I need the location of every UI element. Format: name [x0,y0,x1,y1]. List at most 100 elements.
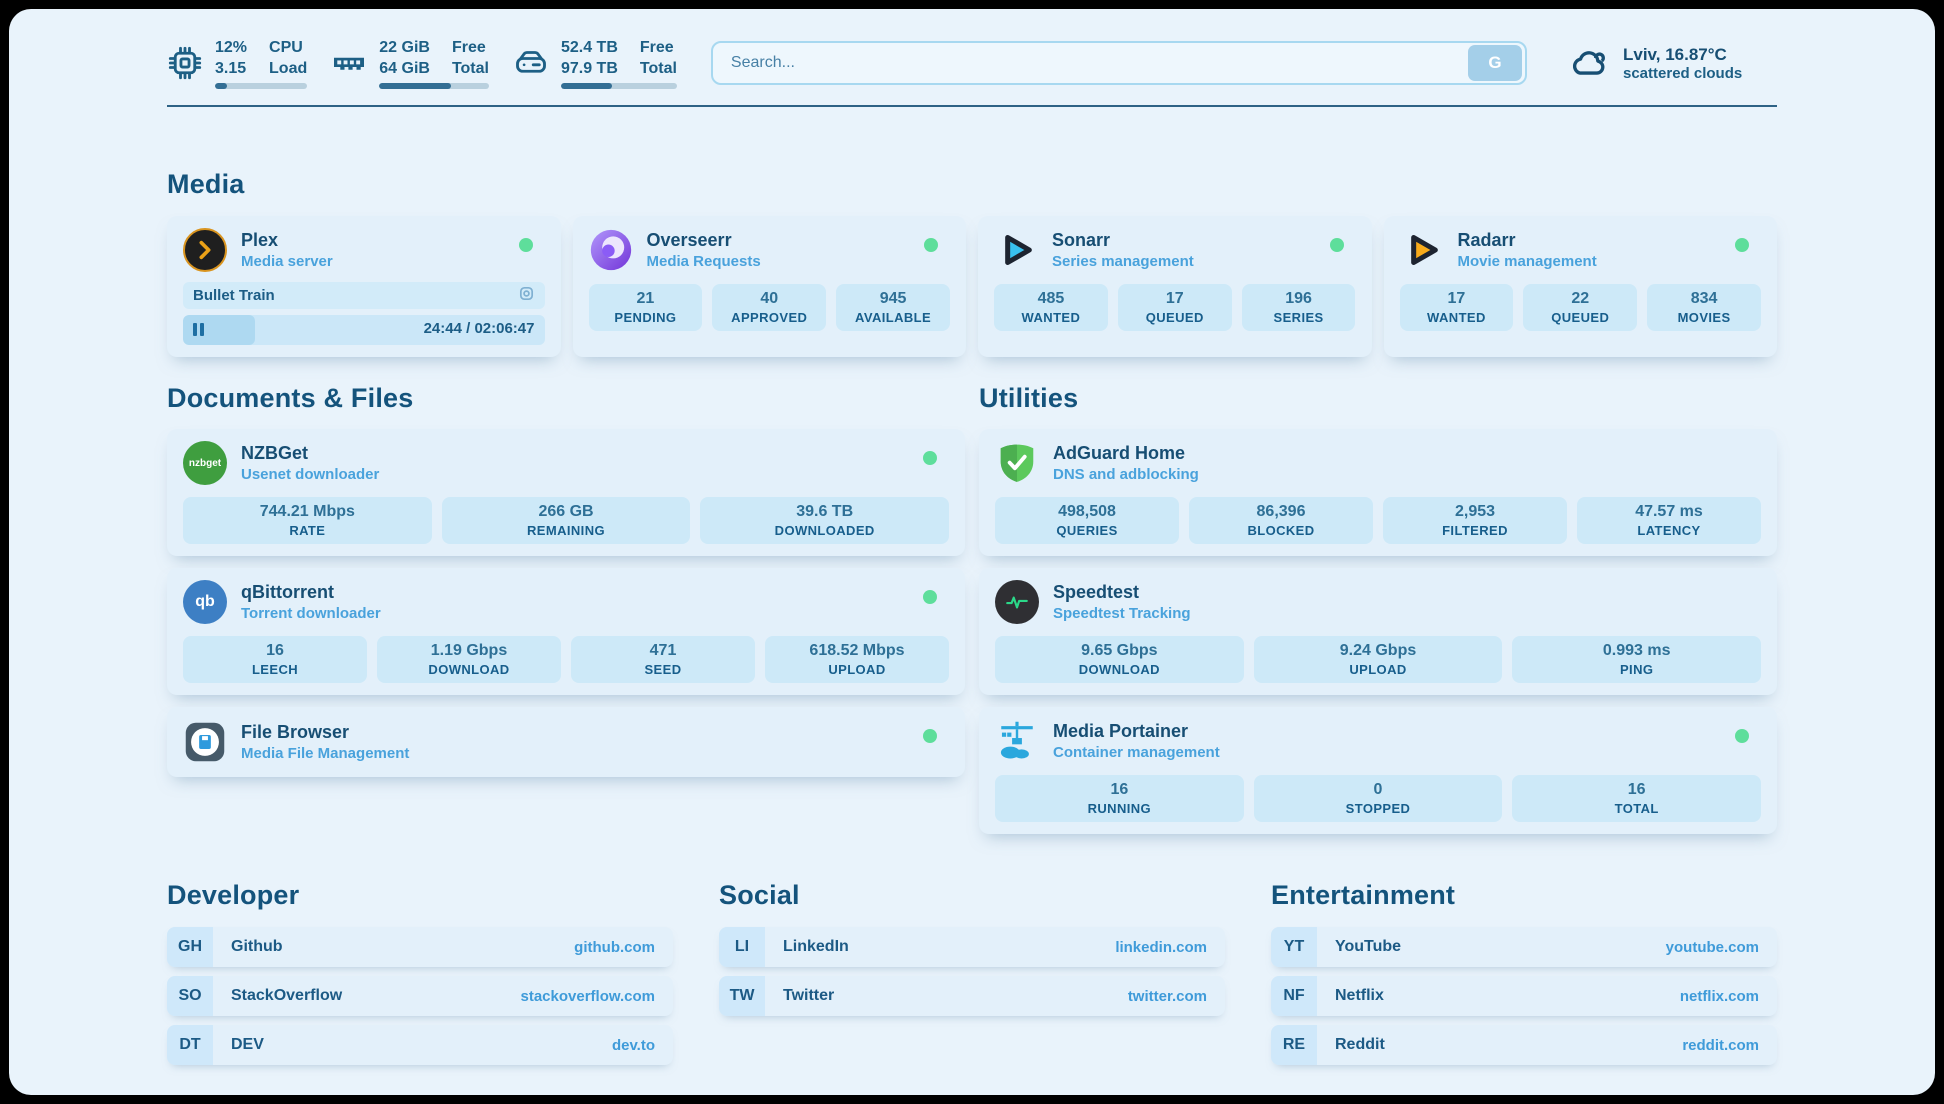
section-title-documents: Documents & Files [167,383,965,414]
weather-condition: scattered clouds [1623,65,1742,82]
bookmark-dev[interactable]: DT DEV dev.to [167,1025,673,1065]
bookmark-stackoverflow[interactable]: SO StackOverflow stackoverflow.com [167,976,673,1016]
bookmark-name: YouTube [1335,938,1401,956]
bookmark-url: twitter.com [1128,988,1207,1005]
status-dot [1330,238,1344,252]
bookmark-abbr: DT [167,1025,213,1065]
bookmark-abbr: RE [1271,1025,1317,1065]
stat-running: 16 RUNNING [995,775,1244,822]
stat-available: 945 AVAILABLE [836,284,950,331]
stat-download: 1.19 Gbps DOWNLOAD [377,636,561,683]
documents-column: Documents & Files nzbget NZBGet Usenet d… [167,383,965,834]
stat-downloaded: 39.6 TB DOWNLOADED [700,497,949,544]
cpu-progressbar [215,83,307,89]
status-dot [923,729,937,743]
disk-total-value: 97.9 TB [561,58,618,79]
app-desc: Movie management [1458,253,1597,270]
system-stats: 12% 3.15 CPU Load [167,37,677,89]
plex-now-playing: Bullet Train 24:44 / 02:06:47 [183,282,545,345]
stat-total: 16 TOTAL [1512,775,1761,822]
app-name: File Browser [241,722,409,743]
topbar: 12% 3.15 CPU Load [167,37,1777,89]
app-desc: Usenet downloader [241,466,379,483]
app-card-speedtest[interactable]: Speedtest Speedtest Tracking 9.65 Gbps D… [979,568,1777,695]
bookmark-youtube[interactable]: YT YouTube youtube.com [1271,927,1777,967]
bookmark-twitter[interactable]: TW Twitter twitter.com [719,976,1225,1016]
pause-icon [193,323,204,336]
bookmark-github[interactable]: GH Github github.com [167,927,673,967]
ram-progressbar [379,83,489,89]
ram-icon [331,45,367,81]
stat-wanted: 485 WANTED [994,284,1108,331]
disk-stat: 52.4 TB 97.9 TB Free Total [513,37,677,89]
stat-series: 196 SERIES [1242,284,1356,331]
status-dot [1735,729,1749,743]
disk-total-label: Total [640,58,677,79]
app-name: Media Portainer [1053,721,1220,742]
cpu-label: CPU [269,37,307,58]
stat-latency: 47.57 ms LATENCY [1577,497,1761,544]
stat-filtered: 2,953 FILTERED [1383,497,1567,544]
app-card-overseerr[interactable]: Overseerr Media Requests 21 PENDING 40 A… [573,216,967,357]
app-desc: Speedtest Tracking [1053,605,1191,622]
stat-seed: 471 SEED [571,636,755,683]
speedtest-icon [995,580,1039,624]
app-card-nzbget[interactable]: nzbget NZBGet Usenet downloader 744.21 M… [167,429,965,556]
bookmark-name: Twitter [783,987,834,1005]
app-card-plex[interactable]: Plex Media server Bullet Train [167,216,561,357]
app-desc: Series management [1052,253,1194,270]
app-card-radarr[interactable]: Radarr Movie management 17 WANTED 22 QUE… [1384,216,1778,357]
app-card-qbittorrent[interactable]: qb qBittorrent Torrent downloader 16 LEE… [167,568,965,695]
cpu-load-value: 3.15 [215,58,247,79]
status-dot [924,238,938,252]
stat-rate: 744.21 Mbps RATE [183,497,432,544]
ram-free-value: 22 GiB [379,37,430,58]
app-name: Speedtest [1053,582,1191,603]
stat-stopped: 0 STOPPED [1254,775,1503,822]
bookmark-abbr: SO [167,976,213,1016]
bookmark-abbr: TW [719,976,765,1016]
disk-free-label: Free [640,37,677,58]
cloud-icon [1567,41,1611,85]
section-title-developer: Developer [167,880,673,911]
app-card-filebrowser[interactable]: File Browser Media File Management [167,707,965,777]
bookmark-group-developer: Developer GH Github github.com SO StackO… [167,880,673,1065]
bookmark-name: Github [231,938,283,956]
ram-total-label: Total [452,58,489,79]
section-title-utilities: Utilities [979,383,1777,414]
bookmark-name: Reddit [1335,1036,1385,1054]
weather-widget[interactable]: Lviv, 16.87°C scattered clouds [1567,41,1777,85]
bookmark-group-social: Social LI LinkedIn linkedin.com TW Twitt… [719,880,1225,1065]
stat-wanted: 17 WANTED [1400,284,1514,331]
bookmark-netflix[interactable]: NF Netflix netflix.com [1271,976,1777,1016]
stat-approved: 40 APPROVED [712,284,826,331]
now-playing-settings-icon[interactable] [518,285,535,307]
ram-stat: 22 GiB 64 GiB Free Total [331,37,489,89]
bookmark-abbr: YT [1271,927,1317,967]
now-playing-progressbar[interactable]: 24:44 / 02:06:47 [183,315,545,345]
qbittorrent-icon: qb [183,580,227,624]
status-dot [1735,238,1749,252]
search-engine-button[interactable]: G [1468,45,1522,81]
ram-total-value: 64 GiB [379,58,430,79]
bookmark-name: StackOverflow [231,987,342,1005]
bookmark-linkedin[interactable]: LI LinkedIn linkedin.com [719,927,1225,967]
app-desc: Container management [1053,744,1220,761]
ram-free-label: Free [452,37,489,58]
app-card-sonarr[interactable]: Sonarr Series management 485 WANTED 17 Q… [978,216,1372,357]
app-name: Plex [241,230,333,251]
filebrowser-icon [183,720,227,764]
app-card-portainer[interactable]: Media Portainer Container management 16 … [979,707,1777,834]
bookmark-url: netflix.com [1680,988,1759,1005]
bookmark-url: youtube.com [1666,939,1759,956]
app-card-adguard[interactable]: AdGuard Home DNS and adblocking 498,508 … [979,429,1777,556]
dashboard-page: 12% 3.15 CPU Load [9,9,1935,1095]
bookmark-name: Netflix [1335,987,1384,1005]
app-desc: DNS and adblocking [1053,466,1199,483]
search-input[interactable] [713,54,1468,72]
bookmark-name: DEV [231,1036,264,1054]
bookmark-reddit[interactable]: RE Reddit reddit.com [1271,1025,1777,1065]
cpu-stat: 12% 3.15 CPU Load [167,37,307,89]
search-bar: G [711,41,1527,85]
status-dot [923,590,937,604]
